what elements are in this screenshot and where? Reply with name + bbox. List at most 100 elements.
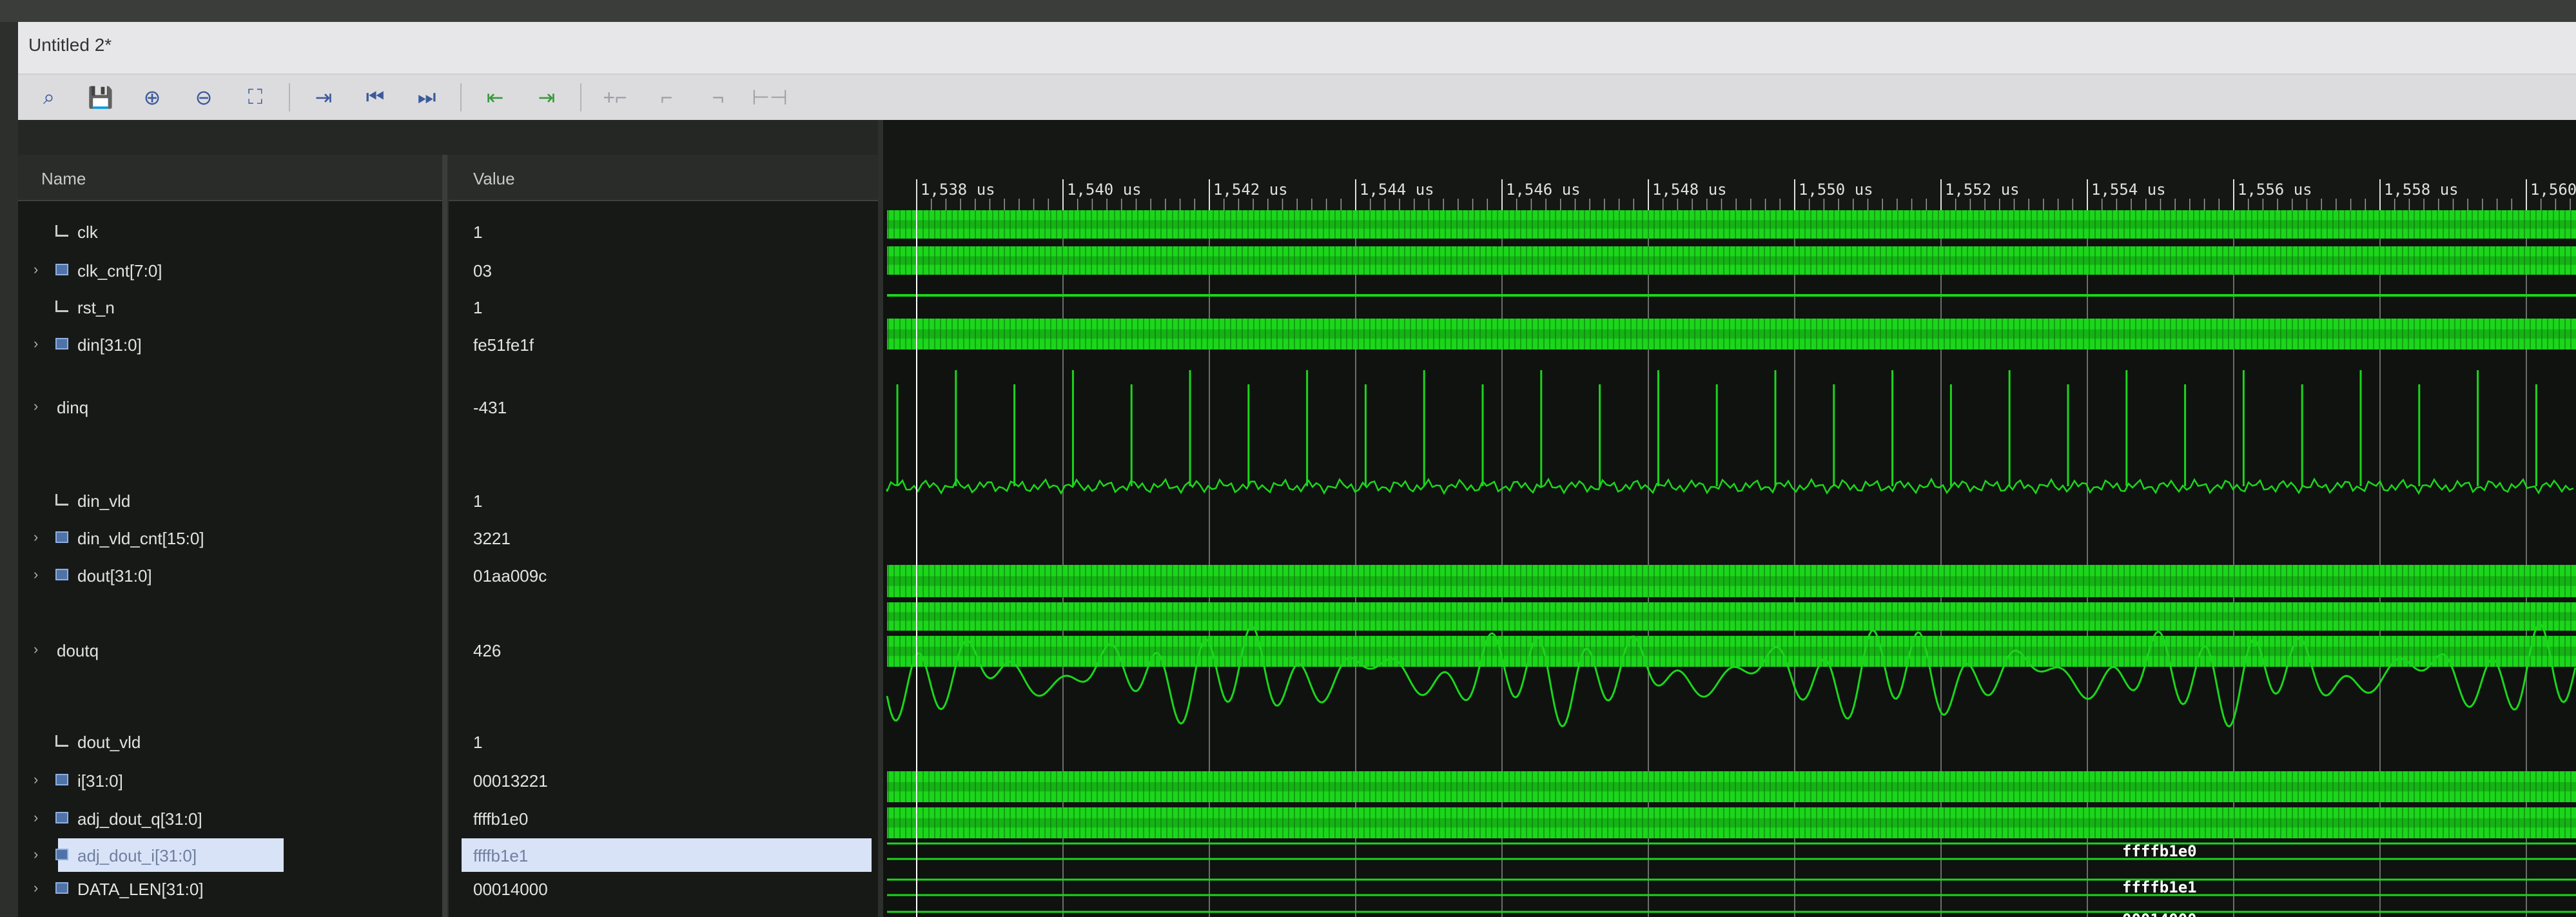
signal-value: 00014000 (473, 880, 548, 899)
din-vld-cnt-waveform-shade (887, 612, 2576, 621)
save-button[interactable]: 💾 (83, 79, 119, 115)
signal-row-name[interactable]: › DATA_LEN[31:0] (18, 872, 442, 905)
din-vld-waveform-shade (887, 576, 2576, 586)
bit-signal-icon (55, 225, 68, 237)
signal-row-name[interactable]: › clk_cnt[7:0] (18, 253, 442, 287)
go-to-end-button[interactable]: ⏭ (409, 79, 445, 115)
expand-chevron-icon[interactable]: › (34, 641, 38, 658)
clk-waveform-shade (887, 220, 2576, 229)
clk-cnt-waveform-shade (887, 256, 2576, 265)
bit-signal-icon (55, 301, 68, 312)
signal-row-name[interactable]: › i[31:0] (18, 764, 442, 797)
go-to-start-button[interactable]: ⏮ (357, 79, 393, 115)
expand-chevron-icon[interactable]: › (34, 809, 38, 826)
signal-name: DATA_LEN[31:0] (77, 880, 204, 899)
expand-chevron-icon[interactable]: › (34, 880, 38, 896)
signal-name-column: Name clk › clk_cnt[7:0] rst_n › din[31:0] › din… (18, 155, 447, 917)
signal-row-value[interactable]: 1 (449, 725, 878, 758)
zoom-out-icon: ⊖ (195, 86, 213, 109)
signal-row-name[interactable]: › adj_dout_q[31:0] (18, 802, 442, 835)
signal-name: adj_dout_i[31:0] (77, 846, 197, 865)
signal-row-value[interactable]: -431 (449, 390, 878, 424)
i-waveform-shade (887, 818, 2576, 828)
expand-chevron-icon[interactable]: › (34, 335, 38, 352)
zoom-in-button[interactable]: ⊕ (134, 79, 170, 115)
signal-row-value[interactable]: 426 (449, 633, 878, 667)
expand-chevron-icon[interactable]: › (34, 398, 38, 415)
previous-transition-button[interactable]: ⇤ (477, 79, 513, 115)
ruler-time-label: 1,542 us (1213, 181, 1288, 199)
waveform-canvas[interactable]: 1,538 us 1,540 us 1,542 us 1,544 us 1,546 us… (883, 120, 2576, 917)
bus-signal-icon (55, 264, 68, 275)
next-marker-button[interactable]: ¬ (700, 79, 736, 115)
ruler-time-label: 1,554 us (2091, 181, 2166, 199)
ruler-time-label: 1,556 us (2238, 181, 2312, 199)
zoom-in-icon: ⊕ (143, 86, 161, 109)
signal-row-value[interactable]: 03 (449, 253, 878, 287)
signal-value: 01aa009c (473, 566, 547, 586)
signal-row-value[interactable]: fe51fe1f (449, 328, 878, 361)
signal-name: doutq (57, 641, 99, 660)
signal-name: din_vld_cnt[15:0] (77, 529, 204, 548)
toolbar-separator (460, 83, 462, 112)
expand-chevron-icon[interactable]: › (34, 846, 38, 863)
value-column-header[interactable]: Value (449, 155, 878, 201)
add-marker-button[interactable]: +⌐ (597, 79, 633, 115)
signal-value: 1 (473, 222, 483, 242)
name-column-label: Name (41, 169, 86, 188)
zoom-fit-button[interactable]: ⛶ (237, 79, 273, 115)
add-marker-icon: +⌐ (603, 85, 627, 109)
signal-row-value[interactable]: 3221 (449, 521, 878, 555)
signal-row-value[interactable]: 1 (449, 215, 878, 248)
signal-row-value[interactable]: ffffb1e0 (449, 802, 878, 835)
name-column-header[interactable]: Name (18, 155, 442, 201)
zoom-fit-icon: ⛶ (248, 85, 263, 108)
adj-dout-q-waveform-value-label: ffffb1e0 (2122, 842, 2197, 860)
expand-chevron-icon[interactable]: › (34, 529, 38, 546)
signal-name: dout_vld (77, 733, 141, 752)
signal-value: 3221 (473, 529, 511, 548)
bit-signal-icon (55, 494, 68, 506)
next-transition-button[interactable]: ⇥ (529, 79, 565, 115)
signal-row-name[interactable]: › din[31:0] (18, 328, 442, 361)
signal-value: ffffb1e1 (473, 846, 529, 865)
dout-vld-waveform-shade (887, 782, 2576, 792)
go-to-cursor-icon: ⇥ (315, 86, 333, 109)
signal-name: rst_n (77, 298, 115, 317)
signal-value: 426 (473, 641, 502, 660)
dinq-analog-waveform (886, 477, 2574, 495)
signal-row-name[interactable]: › din_vld_cnt[15:0] (18, 521, 442, 555)
expand-chevron-icon[interactable]: › (34, 771, 38, 788)
signal-row-name[interactable]: din_vld (18, 484, 442, 517)
zoom-out-button[interactable]: ⊖ (186, 79, 222, 115)
next-transition-icon: ⇥ (538, 86, 556, 109)
signal-row-name[interactable]: rst_n (18, 290, 442, 324)
value-column-label: Value (473, 169, 515, 188)
signal-row-value[interactable]: ffffb1e1 (449, 838, 878, 872)
bus-signal-icon (55, 569, 68, 580)
go-to-cursor-button[interactable]: ⇥ (306, 79, 342, 115)
signal-row-name[interactable]: › dout[31:0] (18, 558, 442, 592)
ruler-time-label: 1,544 us (1360, 181, 1434, 199)
signal-row-value[interactable]: 1 (449, 290, 878, 324)
window-title-bar: Untitled 2* (18, 22, 2576, 75)
signal-row-name[interactable]: › adj_dout_i[31:0] (18, 838, 442, 872)
signal-row-name[interactable]: › dinq (18, 390, 442, 424)
signal-row-name[interactable]: dout_vld (18, 725, 442, 758)
ruler-time-label: 1,558 us (2384, 181, 2459, 199)
signal-row-value[interactable]: 00013221 (449, 764, 878, 797)
signal-row-value[interactable]: 1 (449, 484, 878, 517)
ruler-time-label: 1,538 us (921, 181, 995, 199)
ruler-time-label: 1,540 us (1067, 181, 1142, 199)
signal-row-value[interactable]: 01aa009c (449, 558, 878, 592)
previous-marker-icon: ⌐ (660, 85, 673, 109)
expand-chevron-icon[interactable]: › (34, 566, 38, 583)
waveform-svg[interactable]: 1,538 us 1,540 us 1,542 us 1,544 us 1,546 us… (883, 120, 2576, 917)
swap-cursors-button[interactable]: ⊢⊣ (752, 79, 788, 115)
search-button[interactable]: ⌕ (31, 79, 67, 115)
previous-marker-button[interactable]: ⌐ (649, 79, 685, 115)
expand-chevron-icon[interactable]: › (34, 261, 38, 278)
signal-row-name[interactable]: › doutq (18, 633, 442, 667)
signal-row-name[interactable]: clk (18, 215, 442, 248)
signal-row-value[interactable]: 00014000 (449, 872, 878, 905)
